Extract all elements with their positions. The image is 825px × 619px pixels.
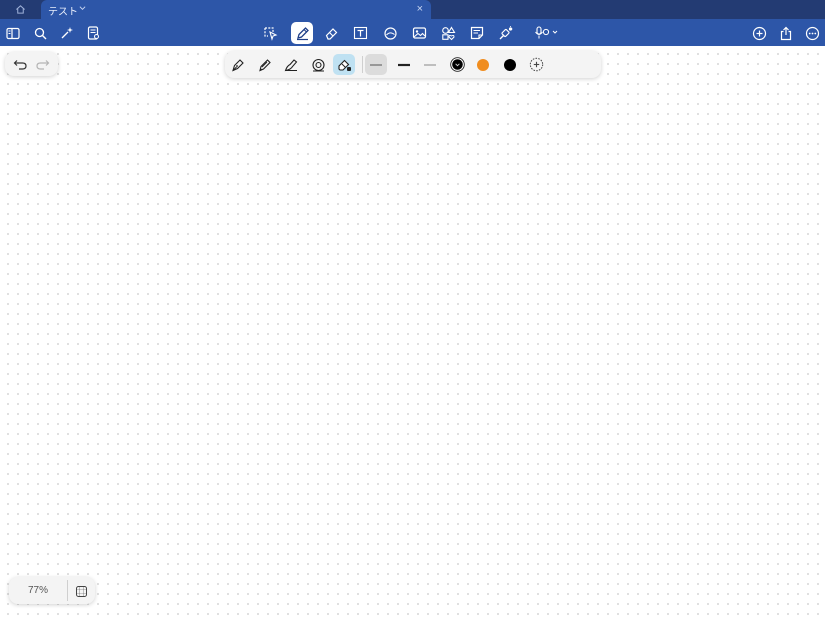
sticky-note-icon [470, 26, 484, 40]
pen-palette [225, 51, 601, 78]
fit-to-screen-button[interactable] [73, 583, 89, 599]
close-tab-button[interactable]: × [417, 2, 423, 16]
undo-icon[interactable] [13, 58, 28, 71]
document-tab[interactable]: テスト × [41, 0, 431, 19]
search-icon [34, 27, 46, 39]
stroke-width-fine[interactable] [365, 54, 387, 75]
pen-tool-button[interactable] [291, 22, 313, 44]
stroke-medium-icon [398, 63, 410, 66]
color-swatch-black-selected[interactable] [446, 54, 468, 75]
fountain-pen-icon [232, 58, 244, 71]
color-swatch-black[interactable] [499, 54, 521, 75]
document-tab-title: テスト [48, 7, 78, 18]
add-color-button[interactable] [525, 54, 547, 75]
search-button[interactable] [29, 22, 51, 44]
image-button[interactable] [408, 22, 430, 44]
text-box-button[interactable] [349, 22, 371, 44]
add-page-button[interactable] [748, 22, 770, 44]
ball-pen-icon [259, 58, 271, 71]
highlighter-icon [337, 59, 351, 71]
sidebar-icon [6, 27, 20, 39]
redo-icon[interactable] [35, 58, 50, 71]
color-swatch-icon [504, 58, 516, 71]
undo-redo-group [5, 52, 58, 76]
color-swatch-icon [477, 58, 489, 71]
palette-divider [362, 56, 363, 73]
lasso-tool-button[interactable] [259, 22, 281, 44]
ai-button[interactable] [56, 22, 78, 44]
add-icon [752, 26, 766, 40]
audio-record-icon [535, 26, 558, 39]
elements-icon [441, 25, 455, 40]
pencil-icon [311, 58, 325, 71]
fit-to-screen-icon [75, 585, 87, 597]
pen-icon [296, 26, 309, 40]
home-tab[interactable] [0, 0, 40, 19]
tab-bar: テスト × [0, 0, 825, 19]
image-icon [412, 27, 426, 39]
zoom-divider [67, 580, 68, 601]
eraser-icon [325, 27, 337, 40]
color-swatch-icon [449, 57, 465, 72]
pencil-button[interactable] [307, 54, 329, 75]
brush-pen-button[interactable] [280, 54, 302, 75]
sidebar-toggle-button[interactable] [2, 22, 24, 44]
ball-pen-button[interactable] [254, 54, 276, 75]
more-button[interactable] [801, 22, 823, 44]
ai-sparkle-icon [61, 27, 73, 39]
stroke-thick-icon [424, 64, 436, 65]
shapes-button[interactable] [379, 22, 401, 44]
share-icon [780, 26, 792, 40]
stroke-width-thick[interactable] [419, 54, 441, 75]
share-button[interactable] [775, 22, 797, 44]
more-icon [805, 26, 819, 40]
stroke-fine-icon [370, 64, 382, 65]
laser-pointer-button[interactable] [495, 22, 517, 44]
fountain-pen-button[interactable] [227, 54, 249, 75]
stroke-width-medium[interactable] [393, 54, 415, 75]
sticky-note-button[interactable] [466, 22, 488, 44]
brush-pen-icon [284, 58, 298, 71]
highlighter-button[interactable] [333, 54, 355, 75]
page-outline-button[interactable] [82, 22, 104, 44]
chevron-down-icon[interactable] [79, 5, 86, 11]
zoom-level[interactable]: 77% [9, 577, 67, 604]
home-icon [15, 5, 25, 14]
main-toolbar [0, 19, 825, 46]
shapes-icon [383, 26, 397, 40]
audio-record-button[interactable] [529, 22, 563, 44]
elements-button[interactable] [437, 22, 459, 44]
lasso-select-icon [263, 26, 277, 41]
zoom-control: 77% [9, 577, 95, 604]
page-outline-icon [87, 26, 99, 40]
add-color-icon [529, 57, 543, 72]
notebook-canvas[interactable] [0, 46, 825, 619]
text-box-icon [353, 26, 367, 40]
color-swatch-orange[interactable] [472, 54, 494, 75]
eraser-tool-button[interactable] [320, 22, 342, 44]
laser-pointer-icon [499, 25, 513, 39]
